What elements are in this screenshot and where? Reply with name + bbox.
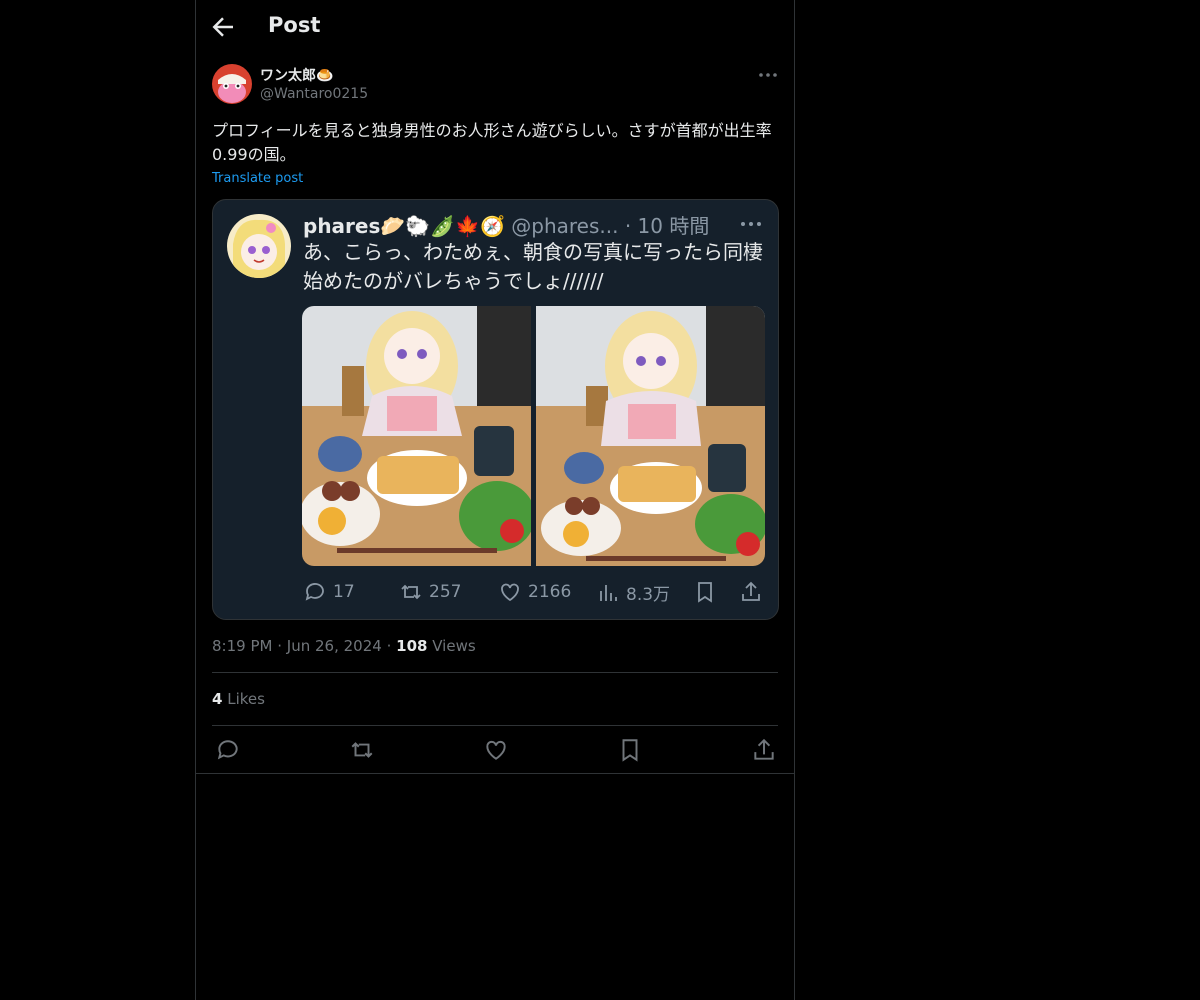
like-icon (501, 583, 519, 602)
post-time[interactable]: 8:19 PM (212, 637, 272, 655)
quoted-likes-count: 2166 (528, 582, 572, 602)
quoted-reposts-count: 257 (429, 582, 462, 602)
quoted-reposts: 257 (399, 580, 461, 604)
quoted-handle: @phares... (511, 214, 619, 238)
arrow-left-icon (212, 17, 233, 37)
like-icon (486, 740, 506, 760)
post-text: プロフィールを見ると独身男性のお人形さん遊びらしい。さすが首都が出生率0.99の… (212, 121, 772, 164)
reply-icon (217, 740, 238, 760)
reply-icon (305, 583, 324, 601)
quoted-photo-2 (536, 306, 765, 566)
meta-separator: · (386, 637, 392, 655)
quoted-name: phares🥟🐑🫛🍁🧭 (303, 214, 505, 238)
bookmark-button[interactable] (617, 737, 643, 763)
quoted-bookmark (693, 580, 717, 604)
like-button[interactable] (483, 737, 509, 763)
divider (212, 672, 778, 673)
quoted-photo-1 (302, 306, 531, 566)
views-icon (600, 584, 617, 601)
share-button[interactable] (751, 737, 777, 763)
likes-label: Likes (227, 690, 265, 708)
bookmark-icon (698, 582, 712, 603)
post-meta: 8:19 PM · Jun 26, 2024 · 108 Views (212, 637, 476, 655)
post-date[interactable]: Jun 26, 2024 (287, 637, 382, 655)
meta-separator: · (277, 637, 283, 655)
reply-button[interactable] (215, 737, 241, 763)
translate-post-link[interactable]: Translate post (212, 171, 303, 186)
repost-button[interactable] (349, 737, 375, 763)
bookmark-icon (622, 739, 638, 762)
quoted-actions: 17 257 2166 8.3万 (303, 574, 763, 610)
likes-count: 4 (212, 690, 223, 708)
quoted-views-count: 8.3万 (626, 585, 671, 605)
quoted-avatar (227, 214, 291, 278)
top-bar: Post (196, 0, 794, 54)
quoted-header: phares🥟🐑🫛🍁🧭 @phares... · 10 時間 (303, 210, 709, 239)
author-avatar[interactable] (212, 64, 252, 104)
more-horizontal-icon (759, 73, 777, 77)
quoted-views: 8.3万 (596, 580, 670, 605)
quoted-more-icon (738, 216, 764, 232)
more-options-button[interactable] (756, 64, 780, 86)
quoted-replies-count: 17 (333, 582, 355, 602)
likes-stat[interactable]: 4 Likes (212, 690, 265, 708)
quoted-time: · 10 時間 (624, 214, 710, 238)
main-column: Post ワン太郎🍮 @Wantaro0215 プロフィールを見ると独身男性のお… (195, 0, 795, 1000)
repost-icon (351, 742, 373, 758)
page-title: Post (268, 13, 321, 37)
quoted-post-image[interactable]: phares🥟🐑🫛🍁🧭 @phares... · 10 時間 あ、こらっ、わため… (212, 199, 779, 620)
quoted-replies: 17 (303, 580, 355, 604)
views-label: Views (432, 637, 476, 655)
share-icon (754, 738, 774, 760)
divider (212, 725, 778, 726)
author-name[interactable]: ワン太郎🍮 (260, 65, 333, 85)
share-icon (742, 581, 760, 601)
back-button[interactable] (208, 12, 238, 42)
quoted-text: あ、こらっ、わためぇ、朝食の写真に写ったら同棲始めたのがバレちゃうでしょ////… (303, 240, 763, 293)
views-count: 108 (396, 637, 428, 655)
divider (196, 773, 794, 774)
repost-icon (401, 584, 421, 600)
quoted-likes: 2166 (498, 580, 571, 604)
quoted-share (739, 580, 763, 604)
author-handle[interactable]: @Wantaro0215 (260, 86, 368, 102)
